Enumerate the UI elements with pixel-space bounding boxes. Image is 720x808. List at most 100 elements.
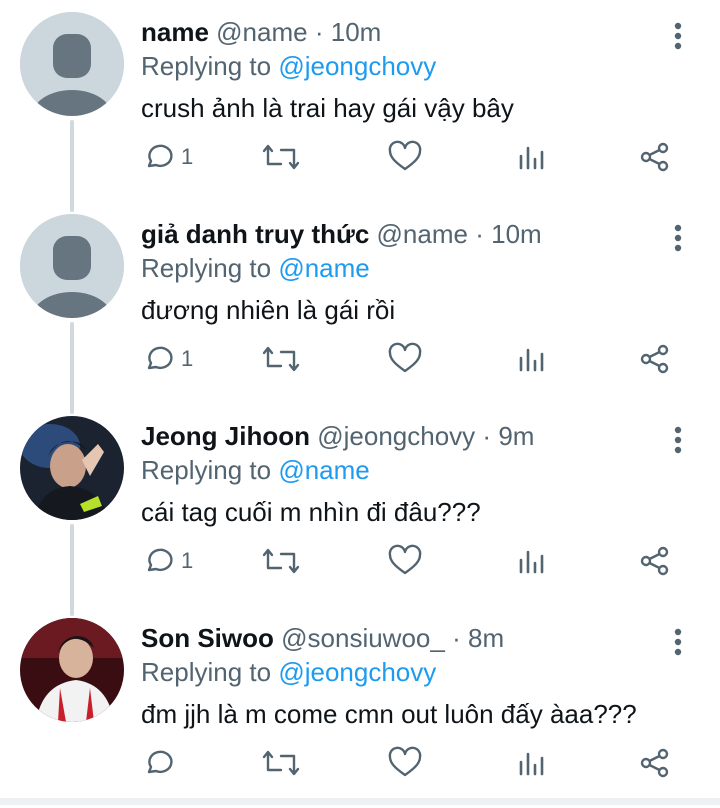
default-avatar-icon — [20, 214, 124, 318]
retweet-icon — [262, 346, 300, 372]
tweet-text: cái tag cuối m nhìn đi đâu??? — [141, 497, 481, 527]
retweet-icon — [262, 144, 300, 170]
tweet-text: đương nhiên là gái rồi — [141, 295, 396, 325]
more-vertical-icon — [674, 22, 682, 50]
reply-icon — [147, 144, 173, 168]
share-button[interactable] — [638, 334, 672, 384]
replying-label: Replying to — [141, 51, 272, 81]
analytics-button[interactable] — [516, 738, 546, 788]
analytics-icon — [519, 752, 544, 776]
avatar[interactable] — [20, 618, 124, 722]
reply-count: 1 — [181, 346, 194, 371]
mention-link[interactable]: @name — [278, 253, 369, 283]
analytics-icon — [519, 348, 544, 372]
heart-icon — [388, 342, 422, 373]
analytics-button[interactable] — [516, 132, 546, 182]
separator-dot: · — [452, 623, 461, 653]
retweet-icon — [262, 750, 300, 776]
tweet-header: Son Siwoo @sonsiuwoo_ · 8m — [141, 620, 504, 656]
handle[interactable]: @sonsiuwoo_ — [281, 623, 445, 653]
share-icon — [640, 142, 669, 172]
like-button[interactable] — [387, 536, 423, 586]
display-name[interactable]: giả danh truy thức — [141, 219, 369, 249]
reply-count: 1 — [181, 144, 194, 169]
tweet[interactable]: giả danh truy thức @name · 10m Replying … — [0, 202, 720, 404]
share-icon — [640, 344, 669, 374]
reply-icon — [147, 548, 173, 572]
share-icon — [640, 546, 669, 576]
reply-icon — [147, 750, 173, 774]
mention-link[interactable]: @jeongchovy — [278, 51, 436, 81]
display-name[interactable]: name — [141, 17, 209, 47]
retweet-icon — [262, 548, 300, 574]
reply-count: 1 — [181, 548, 194, 573]
timestamp[interactable]: 8m — [468, 623, 504, 653]
share-button[interactable] — [638, 738, 672, 788]
replying-to: Replying to @name — [141, 452, 370, 488]
analytics-icon — [519, 550, 544, 574]
reply-button[interactable]: 1 — [141, 132, 193, 182]
reply-button[interactable]: 1 — [141, 536, 193, 586]
separator-dot: · — [314, 17, 324, 47]
tweet-text: đm jjh là m come cmn out luôn đấy àaa??? — [141, 699, 637, 729]
avatar[interactable] — [20, 416, 124, 520]
handle[interactable]: @name — [377, 219, 468, 249]
tweet[interactable]: Jeong Jihoon @jeongchovy · 9m Replying t… — [0, 404, 720, 606]
like-button[interactable] — [387, 334, 423, 384]
tweet[interactable]: Son Siwoo @sonsiuwoo_ · 8m Replying to @… — [0, 606, 720, 808]
more-options-button[interactable] — [660, 220, 696, 256]
display-name[interactable]: Jeong Jihoon — [141, 421, 310, 451]
profile-photo-icon — [20, 618, 124, 722]
mention-link[interactable]: @jeongchovy — [278, 657, 436, 687]
avatar[interactable] — [20, 12, 124, 116]
replying-to: Replying to @jeongchovy — [141, 654, 436, 690]
replying-to: Replying to @jeongchovy — [141, 48, 436, 84]
default-avatar-icon — [20, 12, 124, 116]
avatar[interactable] — [20, 214, 124, 318]
analytics-button[interactable] — [516, 536, 546, 586]
handle[interactable]: @jeongchovy — [317, 421, 475, 451]
replying-label: Replying to — [141, 253, 272, 283]
analytics-button[interactable] — [516, 334, 546, 384]
reply-button[interactable]: 1 — [141, 334, 193, 384]
tweet-text: crush ảnh là trai hay gái vậy bây — [141, 93, 514, 123]
profile-photo-icon — [20, 416, 124, 520]
replying-to: Replying to @name — [141, 250, 370, 286]
replying-label: Replying to — [141, 657, 272, 687]
retweet-button[interactable] — [262, 132, 300, 182]
tweet[interactable]: name @name · 10m Replying to @jeongchovy… — [0, 0, 720, 202]
heart-icon — [388, 544, 422, 575]
handle[interactable]: @name — [216, 17, 307, 47]
tweet-actions: 1 — [0, 536, 720, 586]
like-button[interactable] — [387, 132, 423, 182]
more-vertical-icon — [674, 224, 682, 252]
reply-icon — [147, 346, 173, 370]
tweet-header: giả danh truy thức @name · 10m — [141, 216, 542, 252]
more-vertical-icon — [674, 426, 682, 454]
more-options-button[interactable] — [660, 18, 696, 54]
tweet-header: name @name · 10m — [141, 14, 381, 50]
more-options-button[interactable] — [660, 422, 696, 458]
timestamp[interactable]: 10m — [491, 219, 542, 249]
replying-label: Replying to — [141, 455, 272, 485]
tweet-header: Jeong Jihoon @jeongchovy · 9m — [141, 418, 534, 454]
share-icon — [640, 748, 669, 778]
separator-dot: · — [475, 219, 484, 249]
display-name[interactable]: Son Siwoo — [141, 623, 274, 653]
share-button[interactable] — [638, 132, 672, 182]
share-button[interactable] — [638, 536, 672, 586]
separator-dot: · — [482, 421, 492, 451]
tweet-actions — [0, 738, 720, 788]
retweet-button[interactable] — [262, 738, 300, 788]
tweet-actions: 1 — [0, 132, 720, 182]
mention-link[interactable]: @name — [278, 455, 369, 485]
retweet-button[interactable] — [262, 334, 300, 384]
heart-icon — [388, 746, 422, 777]
more-options-button[interactable] — [660, 624, 696, 660]
retweet-button[interactable] — [262, 536, 300, 586]
heart-icon — [388, 140, 422, 171]
timestamp[interactable]: 10m — [331, 17, 382, 47]
reply-button[interactable] — [141, 738, 181, 788]
like-button[interactable] — [387, 738, 423, 788]
timestamp[interactable]: 9m — [498, 421, 534, 451]
